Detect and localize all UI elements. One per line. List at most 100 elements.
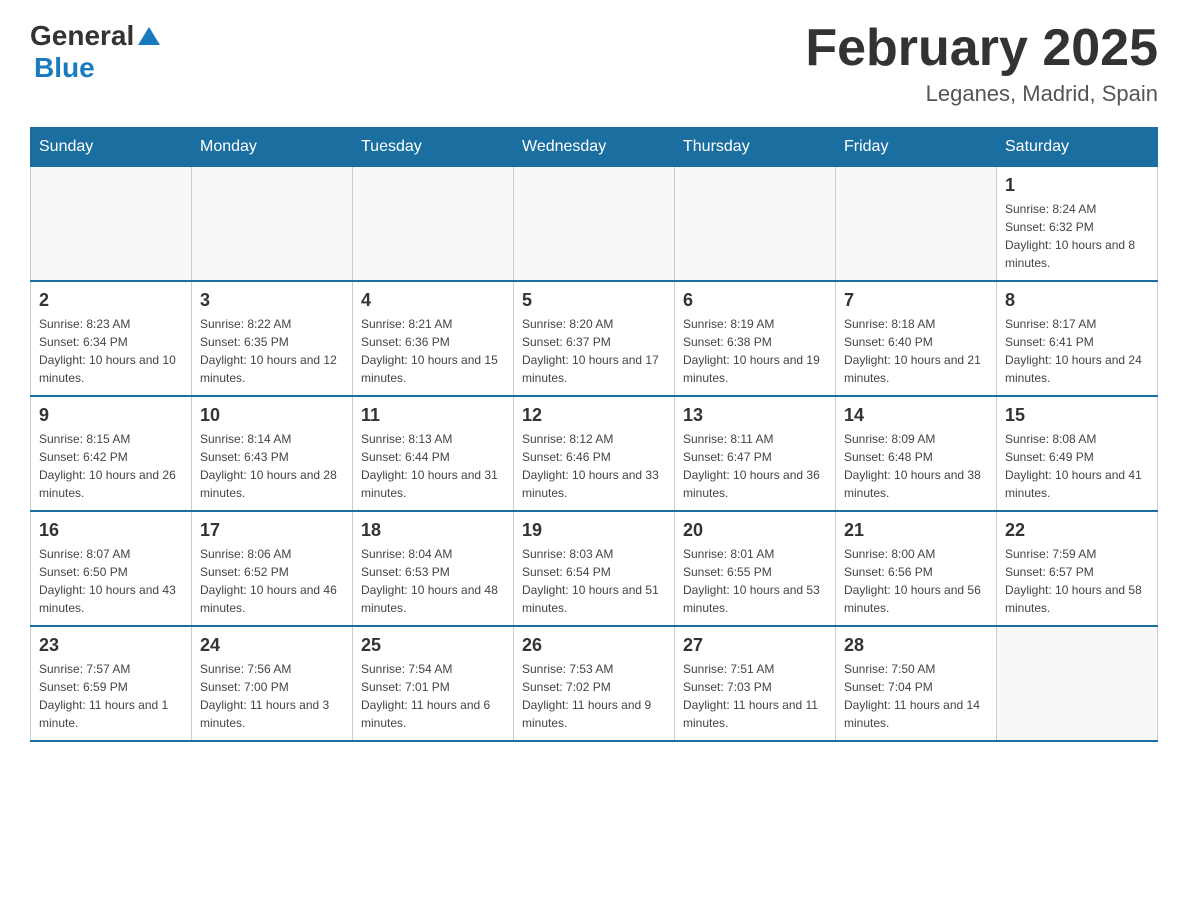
day-info: Sunrise: 7:56 AM Sunset: 7:00 PM Dayligh… [200, 660, 344, 732]
day-number: 8 [1005, 290, 1149, 311]
day-number: 20 [683, 520, 827, 541]
day-info: Sunrise: 8:23 AM Sunset: 6:34 PM Dayligh… [39, 315, 183, 387]
day-info: Sunrise: 7:50 AM Sunset: 7:04 PM Dayligh… [844, 660, 988, 732]
day-info: Sunrise: 8:15 AM Sunset: 6:42 PM Dayligh… [39, 430, 183, 502]
calendar-cell: 7 Sunrise: 8:18 AM Sunset: 6:40 PM Daylig… [836, 281, 997, 396]
calendar-cell [31, 167, 192, 282]
day-number: 13 [683, 405, 827, 426]
calendar-cell: 3 Sunrise: 8:22 AM Sunset: 6:35 PM Daylig… [192, 281, 353, 396]
logo-triangle-icon [138, 27, 160, 45]
calendar-cell: 1Sunrise: 8:24 AM Sunset: 6:32 PM Daylig… [997, 167, 1158, 282]
calendar-table: SundayMondayTuesdayWednesdayThursdayFrid… [30, 127, 1158, 742]
day-number: 11 [361, 405, 505, 426]
day-info: Sunrise: 8:18 AM Sunset: 6:40 PM Dayligh… [844, 315, 988, 387]
calendar-header-row: SundayMondayTuesdayWednesdayThursdayFrid… [31, 128, 1158, 167]
calendar-header-sunday: Sunday [31, 128, 192, 167]
day-info: Sunrise: 8:21 AM Sunset: 6:36 PM Dayligh… [361, 315, 505, 387]
day-info: Sunrise: 8:08 AM Sunset: 6:49 PM Dayligh… [1005, 430, 1149, 502]
calendar-cell: 10 Sunrise: 8:14 AM Sunset: 6:43 PM Dayli… [192, 396, 353, 511]
day-number: 28 [844, 635, 988, 656]
day-number: 21 [844, 520, 988, 541]
calendar-cell: 19 Sunrise: 8:03 AM Sunset: 6:54 PM Dayli… [514, 511, 675, 626]
day-info: Sunrise: 8:19 AM Sunset: 6:38 PM Dayligh… [683, 315, 827, 387]
day-number: 19 [522, 520, 666, 541]
calendar-cell [836, 167, 997, 282]
calendar-cell: 9 Sunrise: 8:15 AM Sunset: 6:42 PM Daylig… [31, 396, 192, 511]
calendar-cell: 8 Sunrise: 8:17 AM Sunset: 6:41 PM Daylig… [997, 281, 1158, 396]
calendar-cell: 23 Sunrise: 7:57 AM Sunset: 6:59 PM Dayli… [31, 626, 192, 741]
day-number: 27 [683, 635, 827, 656]
calendar-header-monday: Monday [192, 128, 353, 167]
day-info: Sunrise: 7:57 AM Sunset: 6:59 PM Dayligh… [39, 660, 183, 732]
day-info: Sunrise: 7:54 AM Sunset: 7:01 PM Dayligh… [361, 660, 505, 732]
calendar-cell: 21Sunrise: 8:00 AM Sunset: 6:56 PM Dayli… [836, 511, 997, 626]
day-info: Sunrise: 8:01 AM Sunset: 6:55 PM Dayligh… [683, 545, 827, 617]
location-title: Leganes, Madrid, Spain [805, 81, 1158, 107]
calendar-cell [353, 167, 514, 282]
calendar-cell: 17Sunrise: 8:06 AM Sunset: 6:52 PM Dayli… [192, 511, 353, 626]
calendar-cell: 16Sunrise: 8:07 AM Sunset: 6:50 PM Dayli… [31, 511, 192, 626]
calendar-week-row: 1Sunrise: 8:24 AM Sunset: 6:32 PM Daylig… [31, 167, 1158, 282]
calendar-cell [514, 167, 675, 282]
day-info: Sunrise: 8:04 AM Sunset: 6:53 PM Dayligh… [361, 545, 505, 617]
calendar-week-row: 16Sunrise: 8:07 AM Sunset: 6:50 PM Dayli… [31, 511, 1158, 626]
day-number: 7 [844, 290, 988, 311]
day-number: 5 [522, 290, 666, 311]
day-info: Sunrise: 8:14 AM Sunset: 6:43 PM Dayligh… [200, 430, 344, 502]
calendar-cell: 25 Sunrise: 7:54 AM Sunset: 7:01 PM Dayli… [353, 626, 514, 741]
day-info: Sunrise: 8:13 AM Sunset: 6:44 PM Dayligh… [361, 430, 505, 502]
day-info: Sunrise: 8:11 AM Sunset: 6:47 PM Dayligh… [683, 430, 827, 502]
calendar-cell [675, 167, 836, 282]
day-number: 3 [200, 290, 344, 311]
header: General Blue February 2025 Leganes, Madr… [30, 20, 1158, 107]
day-info: Sunrise: 8:06 AM Sunset: 6:52 PM Dayligh… [200, 545, 344, 617]
calendar-week-row: 2 Sunrise: 8:23 AM Sunset: 6:34 PM Daylig… [31, 281, 1158, 396]
day-number: 1 [1005, 175, 1149, 196]
day-info: Sunrise: 8:12 AM Sunset: 6:46 PM Dayligh… [522, 430, 666, 502]
day-number: 26 [522, 635, 666, 656]
day-number: 12 [522, 405, 666, 426]
calendar-cell: 14Sunrise: 8:09 AM Sunset: 6:48 PM Dayli… [836, 396, 997, 511]
calendar-header-friday: Friday [836, 128, 997, 167]
day-number: 23 [39, 635, 183, 656]
calendar-header-saturday: Saturday [997, 128, 1158, 167]
day-number: 15 [1005, 405, 1149, 426]
day-number: 6 [683, 290, 827, 311]
calendar-cell: 22Sunrise: 7:59 AM Sunset: 6:57 PM Dayli… [997, 511, 1158, 626]
calendar-cell [192, 167, 353, 282]
calendar-week-row: 9 Sunrise: 8:15 AM Sunset: 6:42 PM Daylig… [31, 396, 1158, 511]
day-number: 25 [361, 635, 505, 656]
day-number: 22 [1005, 520, 1149, 541]
calendar-cell [997, 626, 1158, 741]
day-info: Sunrise: 8:22 AM Sunset: 6:35 PM Dayligh… [200, 315, 344, 387]
day-number: 16 [39, 520, 183, 541]
day-info: Sunrise: 7:53 AM Sunset: 7:02 PM Dayligh… [522, 660, 666, 732]
logo-blue-text: Blue [34, 52, 95, 84]
calendar-cell: 6 Sunrise: 8:19 AM Sunset: 6:38 PM Daylig… [675, 281, 836, 396]
calendar-cell: 26 Sunrise: 7:53 AM Sunset: 7:02 PM Dayli… [514, 626, 675, 741]
day-number: 24 [200, 635, 344, 656]
day-number: 9 [39, 405, 183, 426]
day-number: 10 [200, 405, 344, 426]
calendar-cell: 13 Sunrise: 8:11 AM Sunset: 6:47 PM Dayli… [675, 396, 836, 511]
calendar-header-tuesday: Tuesday [353, 128, 514, 167]
day-number: 4 [361, 290, 505, 311]
day-number: 14 [844, 405, 988, 426]
day-info: Sunrise: 7:51 AM Sunset: 7:03 PM Dayligh… [683, 660, 827, 732]
calendar-header-wednesday: Wednesday [514, 128, 675, 167]
calendar-cell: 5Sunrise: 8:20 AM Sunset: 6:37 PM Daylig… [514, 281, 675, 396]
day-info: Sunrise: 8:17 AM Sunset: 6:41 PM Dayligh… [1005, 315, 1149, 387]
logo: General Blue [30, 20, 160, 84]
month-title: February 2025 [805, 20, 1158, 77]
calendar-cell: 2 Sunrise: 8:23 AM Sunset: 6:34 PM Daylig… [31, 281, 192, 396]
calendar-cell: 18 Sunrise: 8:04 AM Sunset: 6:53 PM Dayli… [353, 511, 514, 626]
day-info: Sunrise: 8:03 AM Sunset: 6:54 PM Dayligh… [522, 545, 666, 617]
calendar-cell: 20 Sunrise: 8:01 AM Sunset: 6:55 PM Dayli… [675, 511, 836, 626]
calendar-cell: 12 Sunrise: 8:12 AM Sunset: 6:46 PM Dayli… [514, 396, 675, 511]
calendar-header-thursday: Thursday [675, 128, 836, 167]
calendar-cell: 15 Sunrise: 8:08 AM Sunset: 6:49 PM Dayli… [997, 396, 1158, 511]
title-area: February 2025 Leganes, Madrid, Spain [805, 20, 1158, 107]
day-number: 2 [39, 290, 183, 311]
day-number: 18 [361, 520, 505, 541]
calendar-cell: 27 Sunrise: 7:51 AM Sunset: 7:03 PM Dayli… [675, 626, 836, 741]
